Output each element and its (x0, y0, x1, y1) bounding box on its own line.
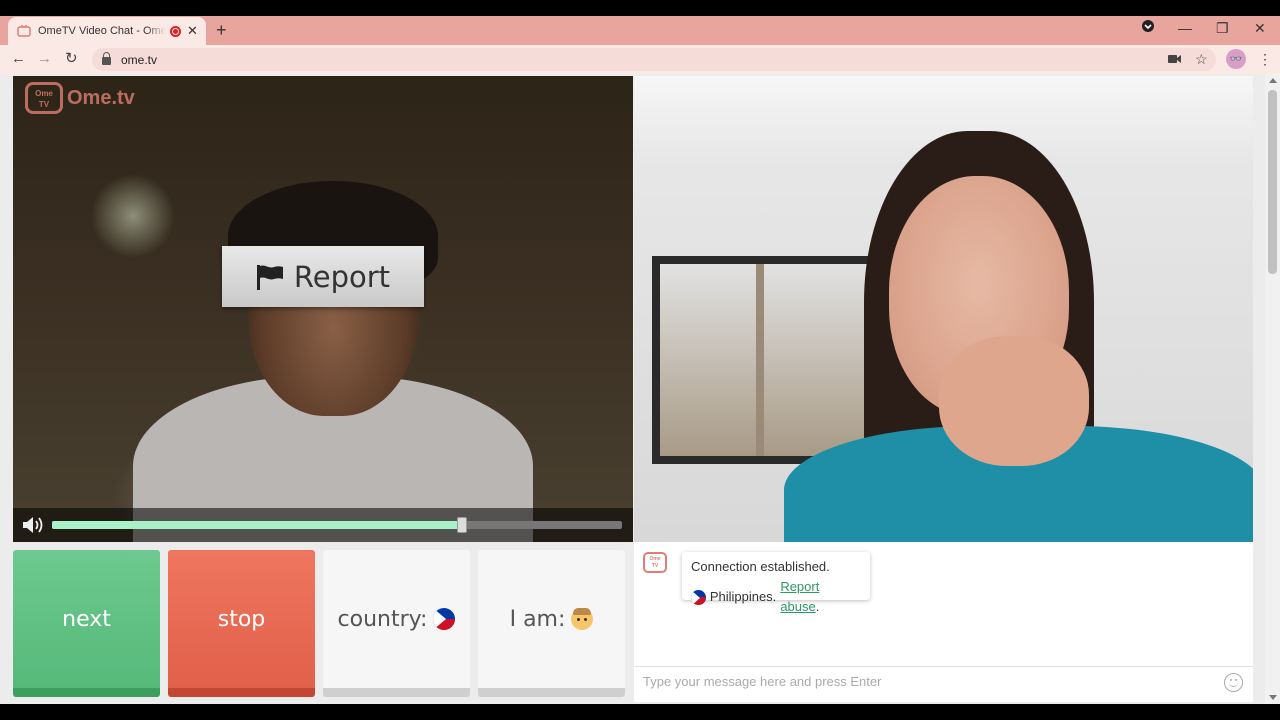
new-tab-button[interactable]: + (216, 20, 227, 40)
stranger-video: Ome TV Ome.tv Report (13, 76, 633, 542)
self-video (634, 76, 1253, 542)
country-label: country: (337, 606, 428, 632)
report-button[interactable]: Report (222, 246, 424, 307)
philippines-flag-icon (433, 608, 456, 630)
browser-toolbar: ← → ↻ ome.tv ☆ 👓 ⋮ (0, 45, 1280, 74)
reload-button[interactable]: ↻ (65, 50, 78, 68)
male-face-icon (571, 608, 594, 630)
chat-input-bar (634, 666, 1253, 696)
stop-button[interactable]: stop (168, 550, 315, 697)
scroll-down-arrow-icon[interactable] (1269, 695, 1277, 700)
system-message: Connection established. Philippines. Rep… (682, 552, 870, 614)
gender-button[interactable]: I am: (478, 550, 625, 697)
gender-label: I am: (509, 606, 566, 632)
scroll-thumb[interactable] (1268, 90, 1277, 274)
tab-close-icon[interactable]: ✕ (187, 23, 198, 39)
close-window-button[interactable]: ✕ (1254, 18, 1266, 38)
ometv-page: Ome TV Ome.tv Report next stop country: … (0, 74, 1280, 704)
chat-panel: Ome TV Connection established. Philippin… (634, 542, 1253, 702)
report-abuse-link[interactable]: Report abuse (780, 579, 819, 614)
report-label: Report (293, 259, 391, 294)
lock-icon (102, 52, 111, 65)
bookmark-star-icon[interactable]: ☆ (1195, 50, 1208, 68)
profile-avatar[interactable]: 👓 (1226, 49, 1246, 69)
minimize-button[interactable]: — (1178, 18, 1192, 38)
room-window (652, 256, 882, 464)
connection-status-text: Connection established. (691, 559, 830, 574)
page-scrollbar[interactable] (1265, 74, 1280, 704)
ometv-chat-logo-icon: Ome TV (643, 552, 667, 573)
philippines-flag-icon (691, 589, 706, 605)
smiley-icon[interactable] (1224, 673, 1243, 692)
volume-fill (52, 521, 463, 529)
recording-icon (170, 25, 181, 37)
next-button[interactable]: next (13, 550, 160, 697)
ometv-brand-text: Ome.tv (67, 86, 135, 109)
tab-search-icon[interactable] (1141, 18, 1155, 38)
maximize-button[interactable]: ❐ (1216, 18, 1229, 38)
self-hand (939, 336, 1089, 466)
forward-button[interactable]: → (37, 50, 52, 68)
browser-tab[interactable]: OmeTV Video Chat - Omegle ✕ (8, 17, 206, 45)
speaker-icon[interactable] (21, 515, 47, 535)
url-text: ome.tv (121, 52, 158, 67)
back-button[interactable]: ← (11, 50, 26, 68)
country-button[interactable]: country: (323, 550, 470, 697)
menu-icon[interactable]: ⋮ (1258, 50, 1272, 68)
ometv-favicon-icon (16, 23, 32, 39)
browser-tabstrip: OmeTV Video Chat - Omegle ✕ (0, 16, 1280, 45)
flag-icon (256, 264, 284, 290)
chat-message-input[interactable] (634, 667, 1204, 696)
volume-slider[interactable] (52, 517, 622, 533)
volume-bar (13, 508, 633, 542)
camera-icon[interactable] (1168, 50, 1182, 68)
screen-bottom-border (0, 704, 1280, 720)
scroll-up-arrow-icon[interactable] (1269, 78, 1277, 83)
next-label: next (62, 606, 111, 632)
volume-thumb[interactable] (457, 517, 468, 533)
screen-top-border (0, 0, 1280, 16)
ometv-watermark: Ome TV Ome.tv (25, 82, 135, 114)
stop-label: stop (217, 606, 266, 632)
address-bar[interactable]: ome.tv (92, 48, 1216, 71)
ometv-logo-icon: Ome TV (25, 82, 63, 114)
tab-title: OmeTV Video Chat - Omegle (38, 25, 166, 37)
stranger-country-text: Philippines. (709, 589, 777, 604)
